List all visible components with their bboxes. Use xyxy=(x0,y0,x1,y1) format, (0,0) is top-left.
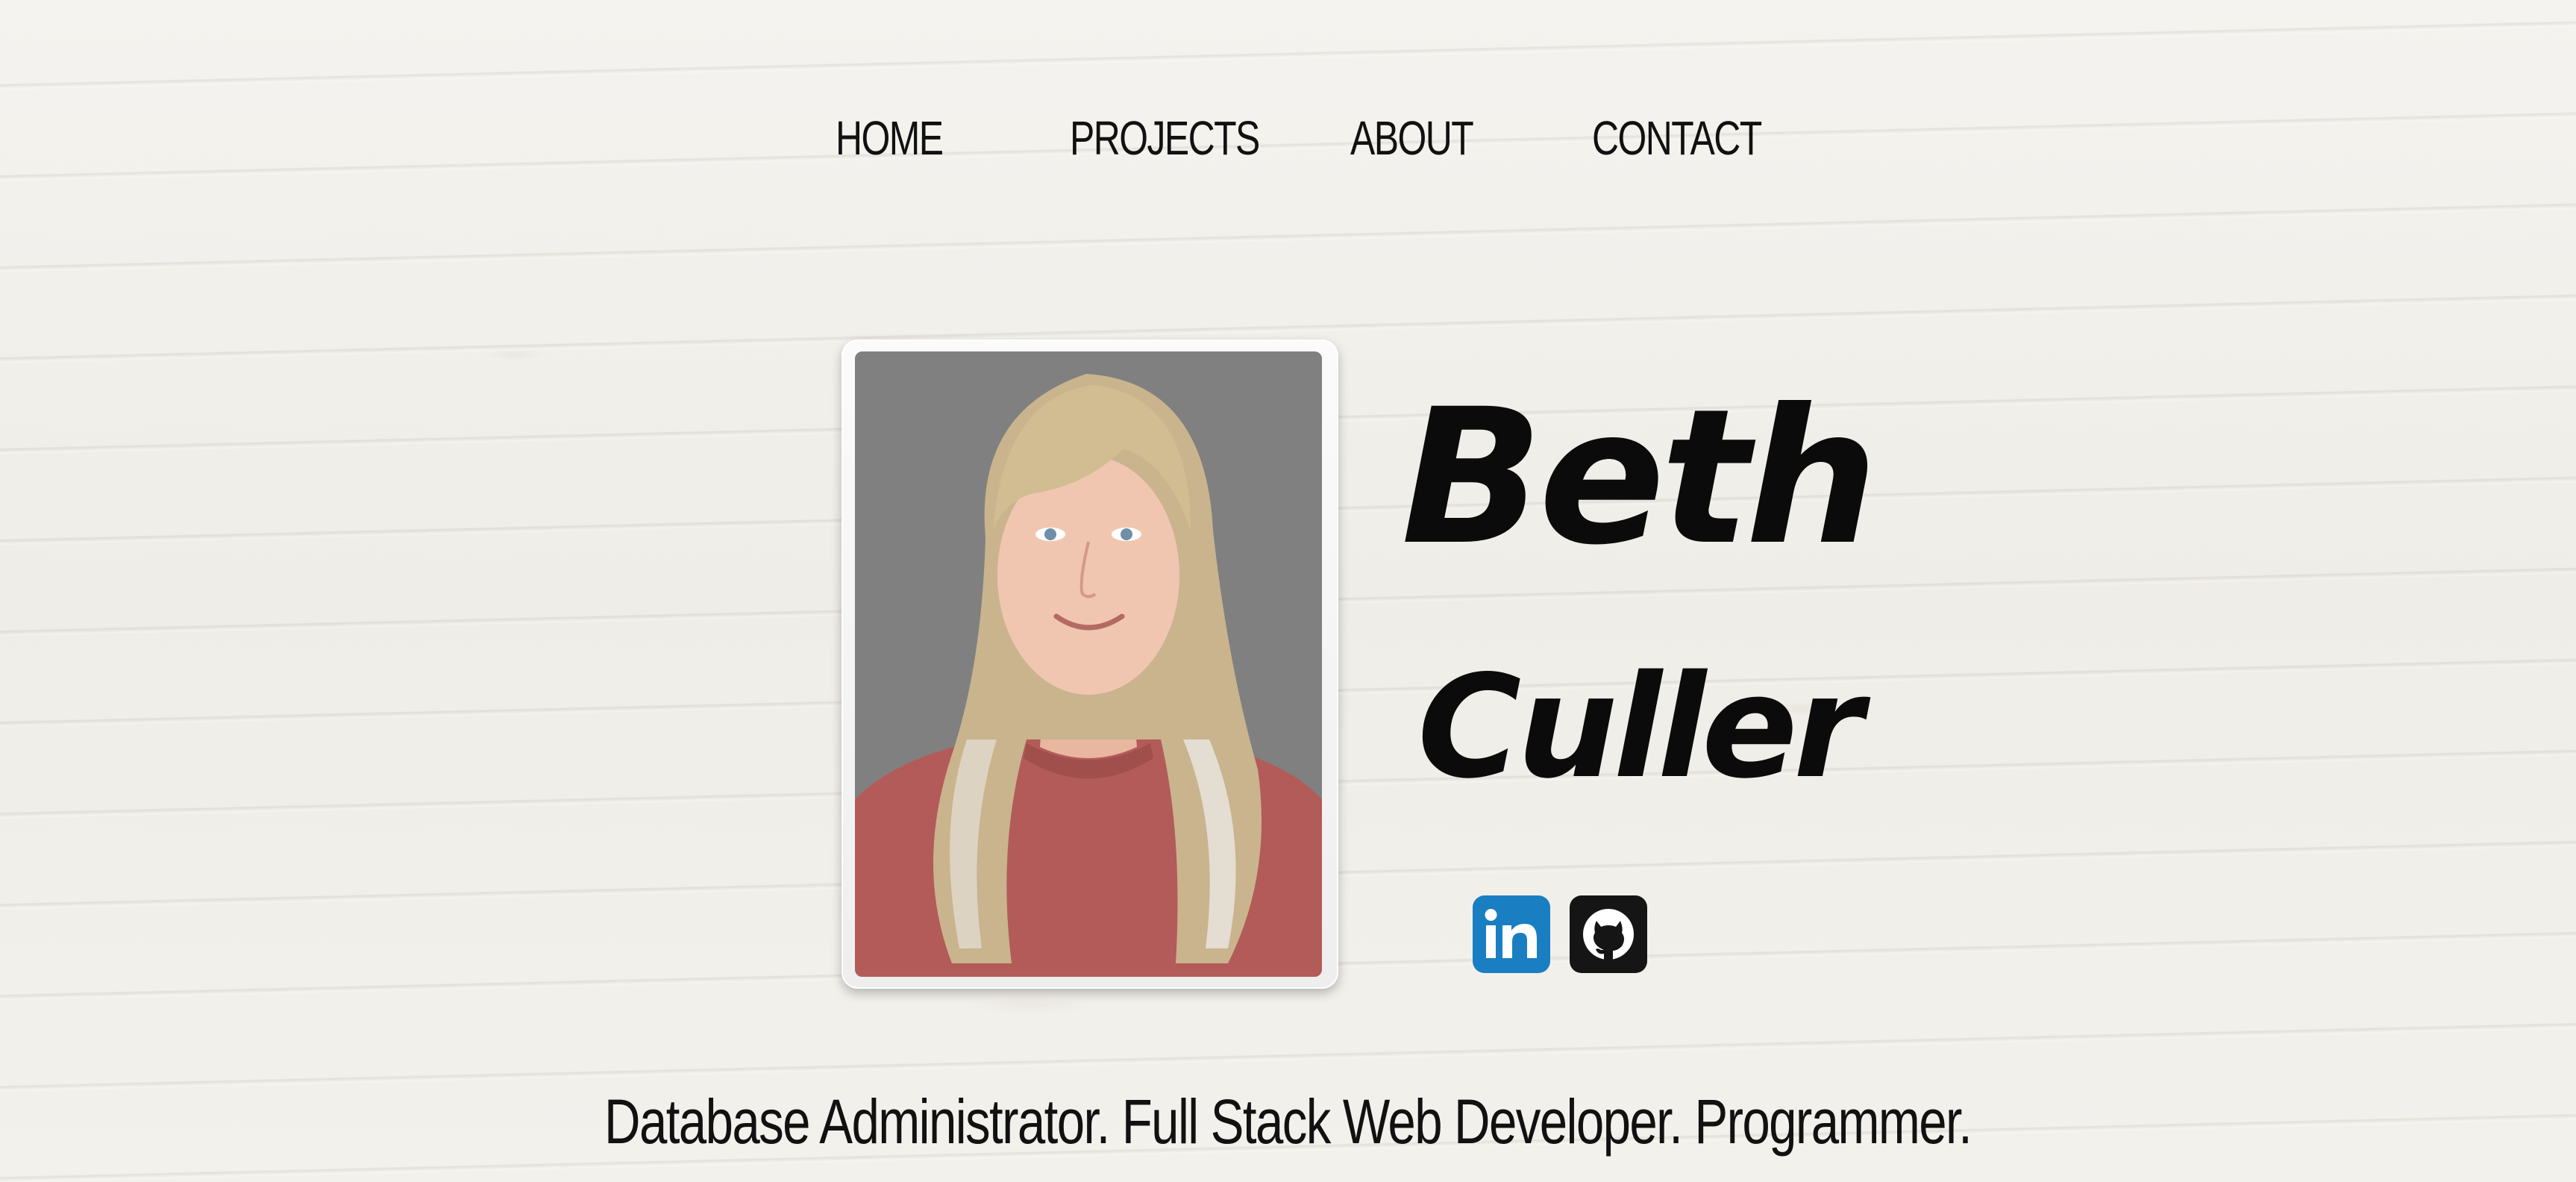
github-glyph xyxy=(1583,909,1634,960)
nav-contact-link[interactable]: CONTACT xyxy=(1592,104,1762,172)
main-nav: HOME PROJECTS ABOUT CONTACT xyxy=(0,104,2576,172)
nav-home-link[interactable]: HOME xyxy=(836,104,944,172)
nav-about-link[interactable]: ABOUT xyxy=(1350,104,1474,172)
profile-photo xyxy=(855,351,1322,977)
tagline-text: Database Administrator. Full Stack Web D… xyxy=(604,1086,1972,1157)
first-name: Beth xyxy=(1401,369,1878,586)
github-icon[interactable] xyxy=(1570,895,1647,973)
nav-projects-link[interactable]: PROJECTS xyxy=(1070,104,1260,172)
portrait-illustration xyxy=(855,351,1322,977)
linkedin-glyph xyxy=(1485,909,1537,958)
tagline: Database Administrator. Full Stack Web D… xyxy=(0,1081,2576,1163)
profile-photo-frame xyxy=(842,340,1338,989)
last-name: Culler xyxy=(1417,645,1864,810)
linkedin-icon[interactable] xyxy=(1473,895,1550,973)
